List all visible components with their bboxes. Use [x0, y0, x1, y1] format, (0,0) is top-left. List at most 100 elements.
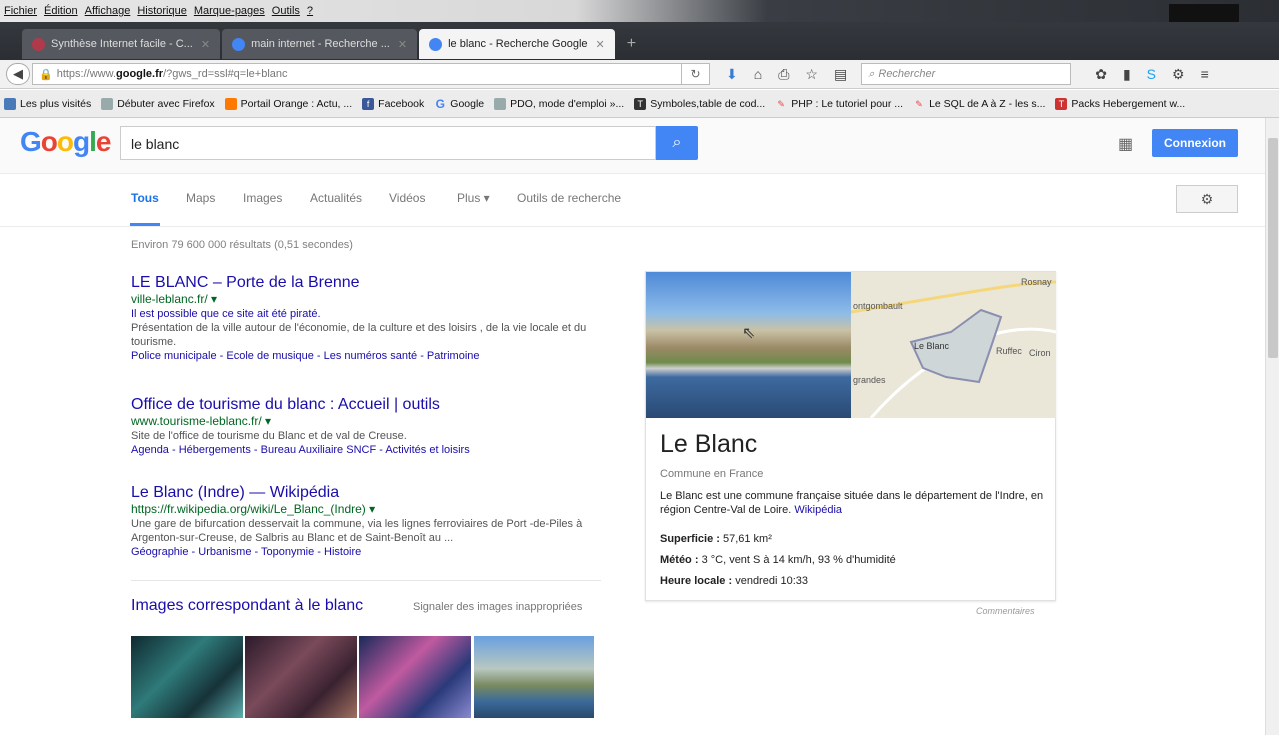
result-url[interactable]: ville-leblanc.fr/ ▾ — [131, 292, 601, 307]
bookmark-item[interactable]: Les plus visités — [4, 97, 91, 110]
bookmark-item[interactable]: ✎ Le SQL de A à Z - les s... — [913, 98, 1045, 110]
close-icon[interactable]: ✕ — [596, 38, 605, 51]
menu-marque-pages[interactable]: Marque-pages — [194, 5, 265, 17]
images-section-title[interactable]: Images correspondant à le blanc — [131, 597, 363, 615]
fact-label[interactable]: Superficie : — [660, 533, 720, 545]
bookmark-item[interactable]: Débuter avec Firefox — [101, 97, 215, 110]
scrollbar-thumb[interactable] — [1268, 138, 1278, 358]
bookmark-item[interactable]: G Google — [434, 98, 485, 110]
openclassrooms-icon: ✎ — [915, 98, 923, 109]
bookmark-item[interactable]: f Facebook — [362, 97, 424, 110]
search-input[interactable]: le blanc — [120, 126, 656, 160]
fact-heure: Heure locale : vendredi 10:33 — [660, 575, 808, 587]
fact-label[interactable]: Heure locale : — [660, 575, 732, 587]
window-controls[interactable] — [1169, 4, 1239, 22]
bookmark-item[interactable]: ✎ PHP : Le tutoriel pour ... — [775, 98, 903, 110]
result-sitelinks[interactable]: Géographie - Urbanisme - Toponymie - His… — [131, 545, 601, 559]
settings-gear-icon[interactable]: ⚙ — [1176, 185, 1238, 213]
home-icon[interactable]: ⌂ — [754, 66, 762, 82]
tab-maps[interactable]: Maps — [186, 191, 215, 205]
menu-bar: Fichier Édition Affichage Historique Mar… — [0, 0, 1279, 22]
browser-search-field[interactable]: ⌕ Rechercher — [861, 63, 1072, 85]
close-icon[interactable]: ✕ — [398, 38, 407, 51]
skype-icon[interactable]: S — [1147, 66, 1156, 82]
bookmarks-toolbar: Les plus visités Débuter avec Firefox Po… — [0, 90, 1279, 118]
result-url[interactable]: www.tourisme-leblanc.fr/ ▾ — [131, 414, 601, 429]
image-thumbnail[interactable] — [359, 636, 471, 718]
town-map[interactable]: Rosnay ontgombault Le Blanc Ruffec Ciron… — [850, 272, 1057, 419]
bookmark-item[interactable]: PDO, mode d'emploi »... — [494, 97, 624, 110]
google-logo[interactable]: Google — [20, 126, 111, 158]
panel-description: Le Blanc est une commune française situé… — [660, 489, 1044, 517]
tab-main-internet[interactable]: main internet - Recherche ... ✕ — [222, 29, 418, 59]
globe-icon — [101, 97, 114, 110]
new-tab-button[interactable]: + — [617, 29, 646, 59]
url-path: /?gws_rd=ssl#q=le+blanc — [163, 68, 288, 80]
print-icon[interactable]: ⎙ — [778, 66, 789, 83]
result-snippet: Une gare de bifurcation desservait la co… — [131, 518, 583, 544]
menu-historique[interactable]: Historique — [137, 5, 187, 17]
tab-search-tools[interactable]: Outils de recherche — [517, 191, 621, 205]
signin-button[interactable]: Connexion — [1152, 129, 1238, 157]
map-graphic: Rosnay ontgombault Le Blanc Ruffec Ciron… — [850, 277, 1057, 419]
search-button[interactable]: ⌕ — [656, 126, 698, 160]
tab-plus[interactable]: Plus ▾ — [457, 191, 490, 205]
image-thumbnail[interactable] — [245, 636, 357, 718]
hacked-warning[interactable]: Il est possible que ce site ait été pira… — [131, 307, 601, 321]
tab-strip: Synthèse Internet facile - C... ✕ main i… — [22, 24, 646, 59]
tab-le-blanc[interactable]: le blanc - Recherche Google ✕ — [419, 29, 615, 59]
browser-window: Fichier Édition Affichage Historique Mar… — [0, 0, 1279, 735]
report-images-link[interactable]: Signaler des images inappropriées — [413, 601, 582, 613]
back-button[interactable]: ◀ — [6, 63, 30, 85]
tab-label: le blanc - Recherche Google — [448, 38, 588, 50]
menu-affichage[interactable]: Affichage — [85, 5, 131, 17]
tab-actualites[interactable]: Actualités — [310, 191, 362, 205]
apps-grid-icon[interactable]: ▦ — [1118, 134, 1133, 154]
image-thumbnail[interactable] — [131, 636, 243, 718]
tab-tous[interactable]: Tous — [131, 191, 159, 205]
fact-label[interactable]: Météo : — [660, 554, 699, 566]
google-icon — [232, 37, 246, 51]
bookmark-star-icon[interactable]: ☆ — [805, 66, 818, 83]
symbols-icon: T — [634, 97, 647, 110]
addon-icon[interactable]: ⚙ — [1172, 66, 1185, 83]
result-sitelinks[interactable]: Agenda - Hébergements - Bureau Auxiliair… — [131, 443, 601, 457]
circle-icon — [32, 37, 45, 51]
search-result: Office de tourisme du blanc : Accueil | … — [131, 395, 601, 457]
mouse-cursor-icon: ⇖ — [742, 325, 756, 342]
menu-aide[interactable]: ? — [307, 5, 313, 17]
menu-edition[interactable]: Édition — [44, 5, 78, 17]
bookmark-item[interactable]: Portail Orange : Actu, ... — [224, 97, 352, 110]
clipboard-icon[interactable]: ▮ — [1123, 66, 1131, 83]
result-title[interactable]: LE BLANC – Porte de la Brenne — [131, 273, 601, 292]
active-tab-indicator — [130, 223, 160, 226]
map-label: Ciron — [1029, 348, 1051, 358]
extension-icon[interactable]: ✿ — [1095, 66, 1107, 83]
url-bar[interactable]: 🔒 https://www. google.fr/?gws_rd=ssl#q=le… — [32, 63, 682, 85]
feedback-link[interactable]: Commentaires — [976, 606, 1035, 616]
tab-images[interactable]: Images — [243, 191, 282, 205]
search-icon: ⌕ — [672, 134, 682, 151]
menu-outils[interactable]: Outils — [272, 5, 300, 17]
bookmark-item[interactable]: T Symboles,table de cod... — [634, 97, 765, 110]
town-photo[interactable] — [646, 272, 851, 418]
tab-videos[interactable]: Vidéos — [389, 191, 425, 205]
reload-button[interactable]: ↻ — [682, 63, 710, 85]
result-url[interactable]: https://fr.wikipedia.org/wiki/Le_Blanc_(… — [131, 502, 601, 517]
result-title[interactable]: Le Blanc (Indre) — Wikipédia — [131, 483, 601, 502]
fact-value: 3 °C, vent S à 14 km/h, 93 % d'humidité — [701, 554, 896, 566]
google-icon — [429, 37, 443, 51]
result-sitelinks[interactable]: Police municipale - Ecole de musique - L… — [131, 349, 601, 363]
bookmark-item[interactable]: T Packs Hebergement w... — [1055, 97, 1185, 110]
menu-fichier[interactable]: Fichier — [4, 5, 37, 17]
panel-title: Le Blanc — [660, 430, 758, 458]
result-title[interactable]: Office de tourisme du blanc : Accueil | … — [131, 395, 601, 414]
page-scrollbar[interactable] — [1265, 118, 1279, 735]
close-icon[interactable]: ✕ — [201, 38, 210, 51]
wikipedia-link[interactable]: Wikipédia — [794, 504, 842, 516]
image-thumbnail[interactable] — [474, 636, 594, 718]
library-icon[interactable]: ▤ — [834, 66, 847, 83]
download-icon[interactable]: ⬇ — [726, 66, 738, 83]
tab-synthese[interactable]: Synthèse Internet facile - C... ✕ — [22, 29, 221, 59]
menu-icon[interactable]: ≡ — [1201, 66, 1209, 82]
